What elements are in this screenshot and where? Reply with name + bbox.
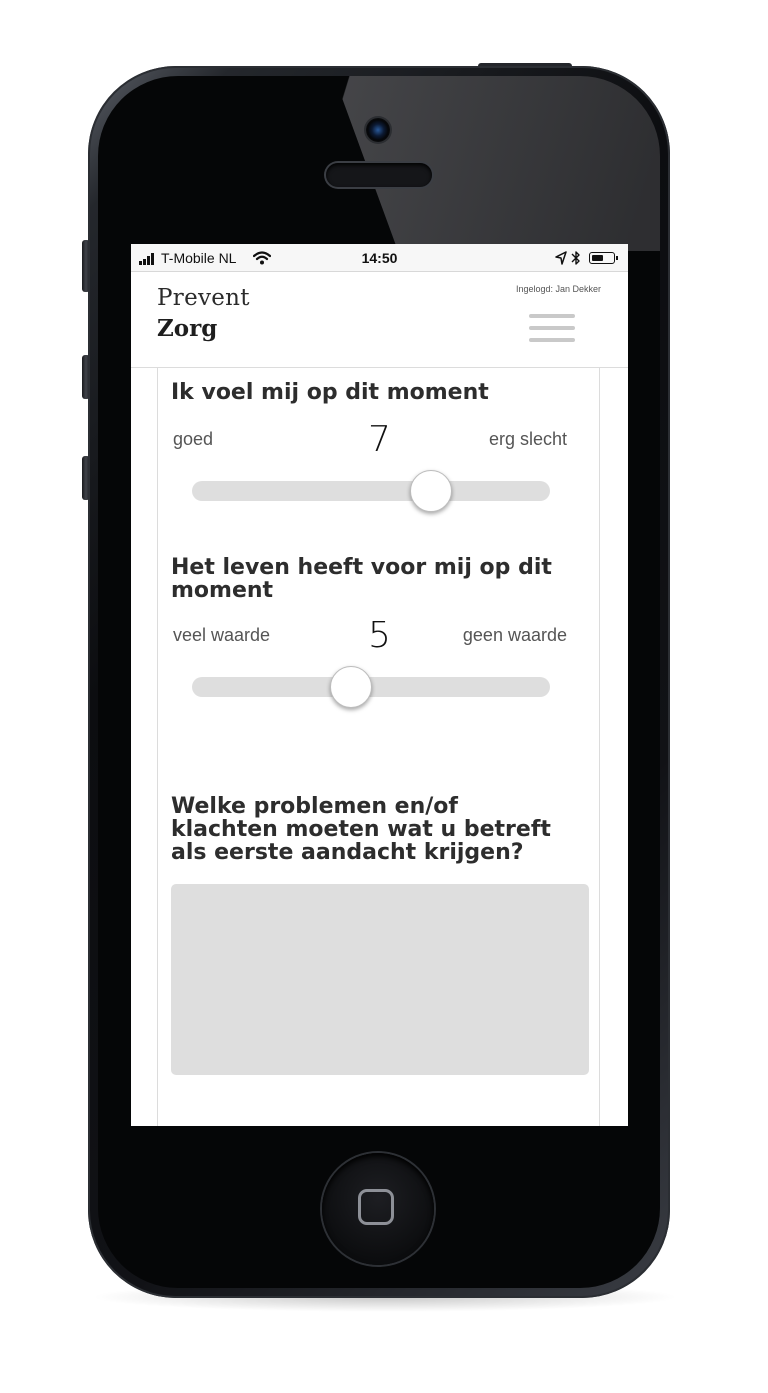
problems-answer-field[interactable]: [171, 884, 589, 1075]
status-bar: T-Mobile NL 14:50: [131, 244, 628, 272]
home-square-icon: [358, 1189, 394, 1225]
logo-prevent: Prevent: [157, 285, 250, 311]
hamburger-menu-icon[interactable]: [527, 312, 577, 344]
bluetooth-icon: [571, 251, 580, 265]
slider-thumb-life-value[interactable]: [329, 666, 372, 708]
slider-life-value[interactable]: [192, 666, 550, 708]
app-header: Prevent Zorg Ingelogd: Jan Dekker: [131, 272, 628, 368]
phone-screen: T-Mobile NL 14:50 Prevent Zorg Ingelogd:…: [131, 244, 628, 1126]
label-geen-waarde: geen waarde: [462, 625, 567, 645]
status-time: 14:50: [361, 250, 398, 266]
logo-zorg: Zorg: [157, 315, 218, 342]
logged-in-user: Ingelogd: Jan Dekker: [515, 284, 601, 294]
question-title-problems: Welke problemen en/of klachten moeten wa…: [171, 794, 551, 865]
questionnaire: Ik voel mij op dit moment goed 7 erg sle…: [157, 368, 600, 1126]
location-arrow-icon: [555, 251, 567, 265]
slider-thumb-mood[interactable]: [409, 470, 452, 512]
label-erg-slecht: erg slecht: [488, 429, 567, 449]
question-title-life-value: Het leven heeft voor mij op dit moment: [171, 555, 552, 603]
home-button[interactable]: [322, 1153, 434, 1265]
front-camera-icon: [366, 118, 390, 142]
battery-tip: [616, 256, 618, 260]
earpiece-speaker: [326, 163, 432, 187]
battery-icon: [589, 252, 615, 264]
battery-level: [591, 254, 603, 261]
question-title-mood: Ik voel mij op dit moment: [171, 380, 489, 405]
slider-mood[interactable]: [192, 470, 550, 512]
